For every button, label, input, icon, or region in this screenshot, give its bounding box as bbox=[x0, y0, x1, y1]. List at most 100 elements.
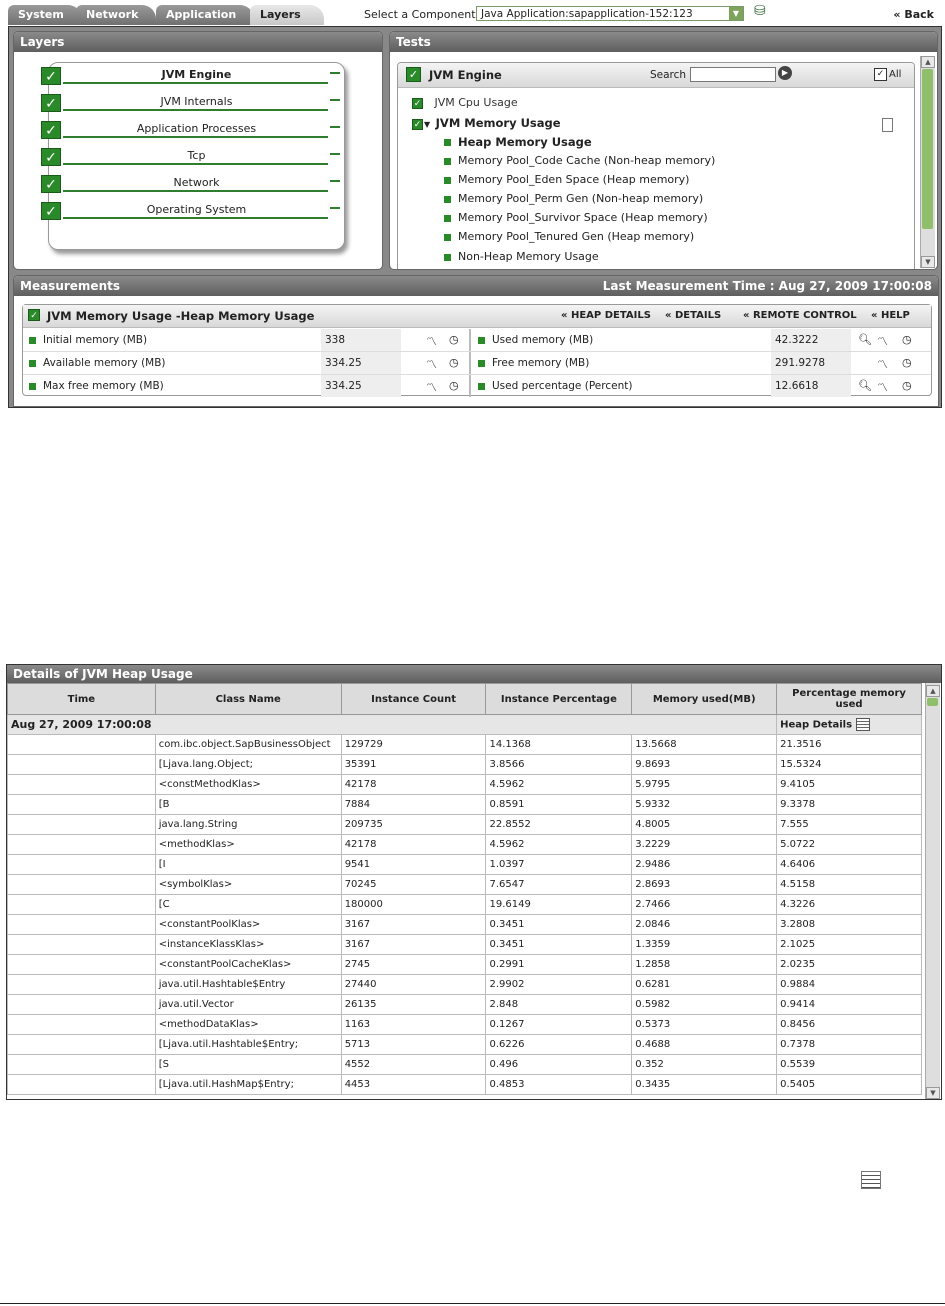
time-cell bbox=[7, 954, 156, 975]
table-row[interactable]: [Ljava.lang.Object; 35391 3.8566 9.8693 15.5… bbox=[7, 754, 922, 775]
table-row[interactable]: java.util.Vector 26135 2.848 0.5982 0.9414 bbox=[7, 994, 922, 1015]
scroll-down-icon[interactable]: ▼ bbox=[926, 1087, 940, 1099]
search-go-icon[interactable]: ▶ bbox=[778, 66, 792, 80]
all-checkbox[interactable]: ✓ bbox=[874, 68, 887, 81]
graph-icon[interactable]: 〽 bbox=[877, 356, 888, 372]
column-header[interactable]: Class Name bbox=[154, 683, 342, 715]
graph-icon[interactable]: 〽 bbox=[426, 379, 437, 395]
table-row[interactable]: <methodDataKlas> 1163 0.1267 0.5373 0.8456 bbox=[7, 1014, 922, 1035]
back-button[interactable]: « Back bbox=[893, 8, 934, 21]
layer-tcp[interactable]: ✓ Tcp bbox=[41, 146, 344, 170]
scroll-up-icon[interactable]: ▲ bbox=[926, 685, 940, 697]
subtest-non-heap[interactable]: Non-Heap Memory Usage bbox=[444, 250, 599, 263]
column-header[interactable]: Instance Percentage bbox=[485, 683, 633, 715]
clock-icon[interactable]: ◷ bbox=[902, 333, 912, 346]
layer-connector bbox=[330, 207, 340, 219]
subtest-code-cache[interactable]: Memory Pool_Code Cache (Non-heap memory) bbox=[444, 154, 715, 167]
column-header[interactable]: Time bbox=[7, 683, 156, 715]
table-row[interactable]: <symbolKlas> 70245 7.6547 2.8693 4.5158 bbox=[7, 874, 922, 895]
bullet-icon bbox=[478, 382, 485, 390]
check-icon[interactable]: ✓ bbox=[28, 309, 40, 321]
column-header[interactable]: Percentage memory used bbox=[776, 683, 922, 715]
memory-used-cell: 4.8005 bbox=[631, 814, 778, 835]
magnifier-icon[interactable]: 🔍︎ bbox=[858, 333, 872, 346]
list-icon[interactable] bbox=[861, 1171, 881, 1189]
scroll-up-icon[interactable]: ▲ bbox=[921, 56, 935, 68]
memory-used-cell: 5.9795 bbox=[631, 774, 778, 795]
clock-icon[interactable]: ◷ bbox=[449, 379, 459, 392]
heap-scrollbar[interactable]: ▲ ▼ bbox=[925, 683, 940, 1099]
memory-used-cell: 0.3435 bbox=[631, 1074, 778, 1095]
list-icon[interactable] bbox=[855, 718, 870, 731]
component-select[interactable]: Java Application:sapapplication-152:123 … bbox=[476, 6, 744, 21]
tests-panel: Tests ✓ JVM Engine Search ▶ ✓ All ✓ JVM … bbox=[389, 31, 938, 270]
table-row[interactable]: <constMethodKlas> 42178 4.5962 5.9795 9.4105 bbox=[7, 774, 922, 795]
subtest-tenured-gen[interactable]: Memory Pool_Tenured Gen (Heap memory) bbox=[444, 230, 694, 243]
check-icon[interactable]: ✓ bbox=[406, 67, 421, 82]
subtest-perm-gen[interactable]: Memory Pool_Perm Gen (Non-heap memory) bbox=[444, 192, 703, 205]
graph-icon[interactable]: 〽 bbox=[426, 333, 437, 349]
subtest-survivor-space[interactable]: Memory Pool_Survivor Space (Heap memory) bbox=[444, 211, 708, 224]
tests-scrollbar[interactable]: ▲ ▼ bbox=[920, 56, 935, 268]
scroll-thumb[interactable] bbox=[927, 698, 938, 706]
test-jvm-cpu[interactable]: ✓ JVM Cpu Usage bbox=[412, 96, 518, 109]
subtest-eden-space[interactable]: Memory Pool_Eden Space (Heap memory) bbox=[444, 173, 689, 186]
graph-icon[interactable]: 〽 bbox=[877, 333, 888, 349]
time-cell bbox=[7, 854, 156, 875]
table-row[interactable]: [C 180000 19.6149 2.7466 4.3226 bbox=[7, 894, 922, 915]
document-icon[interactable] bbox=[882, 118, 893, 132]
time-cell bbox=[7, 754, 156, 775]
chevron-down-icon[interactable]: ▼ bbox=[729, 7, 743, 20]
clock-icon[interactable]: ◷ bbox=[902, 379, 912, 392]
expand-icon[interactable]: ▼ bbox=[424, 120, 430, 129]
table-row[interactable]: [I 9541 1.0397 2.9486 4.6406 bbox=[7, 854, 922, 875]
column-header[interactable]: Instance Count bbox=[340, 683, 487, 715]
help-link[interactable]: « HELP bbox=[871, 310, 910, 321]
table-row[interactable]: [S 4552 0.496 0.352 0.5539 bbox=[7, 1054, 922, 1075]
table-row[interactable]: [B 7884 0.8591 5.9332 9.3378 bbox=[7, 794, 922, 815]
tab-system[interactable]: System bbox=[8, 5, 82, 25]
scroll-down-icon[interactable]: ▼ bbox=[921, 256, 935, 268]
subtest-heap-memory[interactable]: Heap Memory Usage bbox=[444, 135, 592, 149]
clock-icon[interactable]: ◷ bbox=[449, 333, 459, 346]
details-link[interactable]: « DETAILS bbox=[665, 310, 721, 321]
layer-jvm-engine[interactable]: ✓ JVM Engine bbox=[41, 65, 344, 89]
test-jvm-memory[interactable]: ✓ ▼ JVM Memory Usage bbox=[412, 116, 561, 130]
tab-application[interactable]: Application bbox=[156, 5, 254, 25]
component-icon[interactable]: ⛁ bbox=[754, 3, 766, 19]
column-header[interactable]: Memory used(MB) bbox=[631, 683, 778, 715]
search-input[interactable] bbox=[690, 67, 776, 82]
table-row[interactable]: com.ibc.object.SapBusinessObject 129729 14… bbox=[7, 734, 922, 755]
tab-layers[interactable]: Layers bbox=[250, 5, 324, 25]
layer-operating-system[interactable]: ✓ Operating System bbox=[41, 200, 344, 224]
layer-network[interactable]: ✓ Network bbox=[41, 173, 344, 197]
table-row[interactable]: <constantPoolKlas> 3167 0.3451 2.0846 3.2808 bbox=[7, 914, 922, 935]
tab-network[interactable]: Network bbox=[76, 5, 156, 25]
check-icon[interactable]: ✓ bbox=[412, 119, 423, 130]
subtest-label: Non-Heap Memory Usage bbox=[458, 250, 599, 263]
table-row[interactable]: <constantPoolCacheKlas> 2745 0.2991 1.2858 2… bbox=[7, 954, 922, 975]
graph-icon[interactable]: 〽 bbox=[877, 379, 888, 395]
table-row[interactable]: [Ljava.util.HashMap$Entry; 4453 0.4853 0.34… bbox=[7, 1074, 922, 1095]
instance-count-cell: 4453 bbox=[340, 1074, 487, 1095]
heap-details-cell[interactable]: Heap Details bbox=[776, 714, 922, 735]
instance-count-cell: 4552 bbox=[340, 1054, 487, 1075]
clock-icon[interactable]: ◷ bbox=[902, 356, 912, 369]
table-row[interactable]: java.lang.String 209735 22.8552 4.8005 7.555 bbox=[7, 814, 922, 835]
component-value: Java Application:sapapplication-152:123 bbox=[481, 8, 693, 20]
layer-jvm-internals[interactable]: ✓ JVM Internals bbox=[41, 92, 344, 116]
layer-application-processes[interactable]: ✓ Application Processes bbox=[41, 119, 344, 143]
table-row[interactable]: java.util.Hashtable$Entry 27440 2.9902 0.62… bbox=[7, 974, 922, 995]
graph-icon[interactable]: 〽 bbox=[426, 356, 437, 372]
magnifier-icon[interactable]: 🔍︎ bbox=[858, 379, 872, 392]
clock-icon[interactable]: ◷ bbox=[449, 356, 459, 369]
table-row[interactable]: [Ljava.util.Hashtable$Entry; 5713 0.6226 0.… bbox=[7, 1034, 922, 1055]
instance-count-cell: 9541 bbox=[340, 854, 487, 875]
layer-label: Application Processes bbox=[136, 122, 257, 135]
scroll-thumb[interactable] bbox=[922, 69, 933, 229]
table-row[interactable]: <methodKlas> 42178 4.5962 3.2229 5.0722 bbox=[7, 834, 922, 855]
check-icon[interactable]: ✓ bbox=[412, 98, 423, 109]
table-row[interactable]: <instanceKlassKlas> 3167 0.3451 1.3359 2.102… bbox=[7, 934, 922, 955]
heap-details-link[interactable]: « HEAP DETAILS bbox=[561, 310, 651, 321]
remote-control-link[interactable]: « REMOTE CONTROL bbox=[743, 310, 857, 321]
